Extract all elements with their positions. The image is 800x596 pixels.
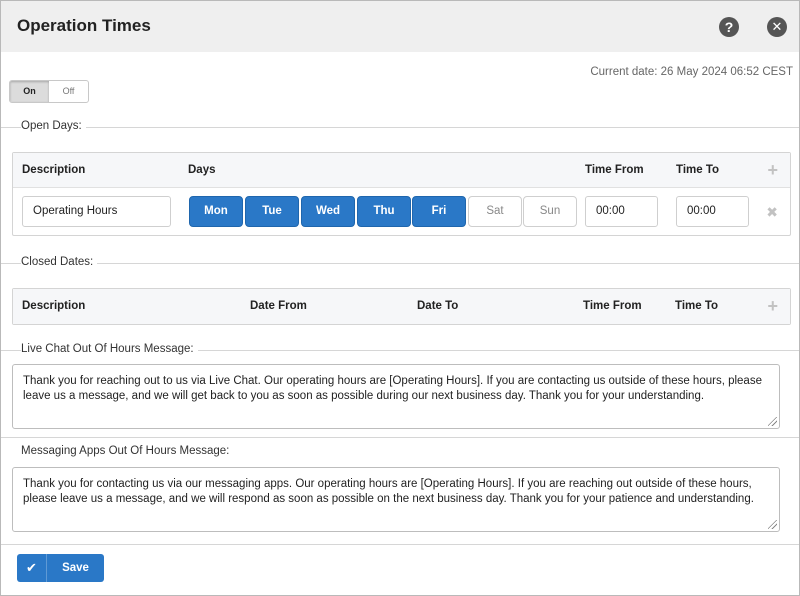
day-sat-button[interactable]: Sat: [468, 196, 522, 227]
description-field[interactable]: Operating Hours: [22, 196, 171, 227]
day-fri-button[interactable]: Fri: [412, 196, 466, 227]
col-time-from: Time From: [583, 300, 642, 312]
day-thu-button[interactable]: Thu: [357, 196, 411, 227]
resize-grip-icon[interactable]: [768, 417, 777, 426]
operation-times-dialog: Operation Times ? ✕ Current date: 26 May…: [0, 0, 800, 596]
live-chat-message-label: Live Chat Out Of Hours Message:: [21, 343, 198, 355]
check-icon: ✔: [17, 554, 47, 582]
save-button[interactable]: ✔ Save: [17, 554, 104, 582]
add-closed-date-icon[interactable]: +: [767, 297, 778, 315]
col-date-to: Date To: [417, 300, 459, 312]
title-bar: Operation Times ? ✕: [1, 1, 799, 52]
divider: [1, 127, 799, 128]
day-mon-button[interactable]: Mon: [189, 196, 243, 227]
messaging-apps-message-label: Messaging Apps Out Of Hours Message:: [21, 445, 234, 457]
col-description: Description: [22, 164, 86, 176]
col-description: Description: [22, 300, 86, 312]
closed-dates-label: Closed Dates:: [21, 256, 98, 268]
toggle-off-option[interactable]: Off: [49, 81, 88, 102]
divider: [1, 544, 799, 545]
time-to-field[interactable]: 00:00: [676, 196, 749, 227]
col-days: Days: [188, 164, 216, 176]
day-sun-button[interactable]: Sun: [523, 196, 577, 227]
time-from-field[interactable]: 00:00: [585, 196, 658, 227]
toggle-on-option[interactable]: On: [10, 81, 49, 102]
help-icon[interactable]: ?: [719, 17, 739, 37]
open-days-header: Description Days Time From Time To +: [13, 153, 790, 188]
divider: [1, 263, 799, 264]
dialog-title: Operation Times: [17, 16, 151, 35]
col-date-from: Date From: [250, 300, 307, 312]
closed-dates-header: Description Date From Date To Time From …: [13, 289, 790, 324]
table-row: Operating Hours Mon Tue Wed Thu Fri Sat …: [13, 188, 790, 235]
current-date: Current date: 26 May 2024 06:52 CEST: [590, 66, 793, 78]
divider: [1, 437, 799, 438]
resize-grip-icon[interactable]: [768, 520, 777, 529]
save-button-label: Save: [62, 562, 89, 574]
live-chat-message-text: Thank you for reaching out to us via Liv…: [23, 375, 762, 402]
live-chat-message-textarea[interactable]: Thank you for reaching out to us via Liv…: [12, 364, 780, 429]
open-days-table: Description Days Time From Time To + Ope…: [12, 152, 791, 236]
col-time-to: Time To: [675, 300, 719, 312]
closed-dates-table: Description Date From Date To Time From …: [12, 288, 791, 325]
day-tue-button[interactable]: Tue: [245, 196, 299, 227]
add-open-day-icon[interactable]: +: [767, 161, 778, 179]
open-days-label: Open Days:: [21, 120, 86, 132]
on-off-toggle[interactable]: On Off: [9, 80, 89, 103]
remove-row-icon[interactable]: ✖: [766, 204, 778, 221]
messaging-apps-message-text: Thank you for contacting us via our mess…: [23, 478, 754, 505]
close-icon[interactable]: ✕: [767, 17, 787, 37]
messaging-apps-message-textarea[interactable]: Thank you for contacting us via our mess…: [12, 467, 780, 532]
day-wed-button[interactable]: Wed: [301, 196, 355, 227]
col-time-to: Time To: [676, 164, 720, 176]
col-time-from: Time From: [585, 164, 644, 176]
